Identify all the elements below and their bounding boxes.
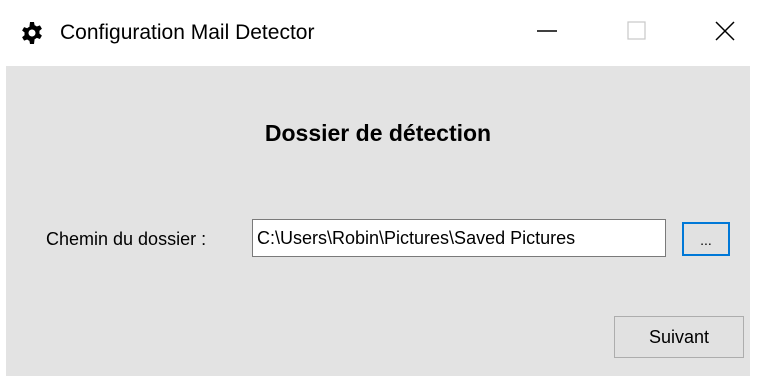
close-icon: [714, 20, 736, 47]
window-title: Configuration Mail Detector: [60, 21, 315, 44]
maximize-button[interactable]: [602, 0, 672, 66]
close-button[interactable]: [690, 0, 760, 66]
folder-path-label: Chemin du dossier :: [46, 229, 207, 249]
next-button-label: Suivant: [648, 326, 710, 347]
minimize-button[interactable]: [512, 0, 582, 66]
maximize-icon: [627, 20, 647, 46]
browse-button[interactable]: ...: [682, 222, 730, 256]
next-button[interactable]: Suivant: [614, 316, 744, 358]
folder-path-input[interactable]: [252, 219, 666, 257]
config-window: Configuration Mail Detector Dossier de d…: [0, 0, 760, 376]
title-bar[interactable]: Configuration Mail Detector: [0, 0, 760, 66]
page-title: Dossier de détection: [264, 120, 492, 146]
client-area: Dossier de détection Chemin du dossier :…: [6, 66, 750, 376]
minimize-icon: [536, 20, 558, 47]
browse-button-focus-inner: [685, 225, 727, 253]
gear-icon: [20, 21, 44, 45]
